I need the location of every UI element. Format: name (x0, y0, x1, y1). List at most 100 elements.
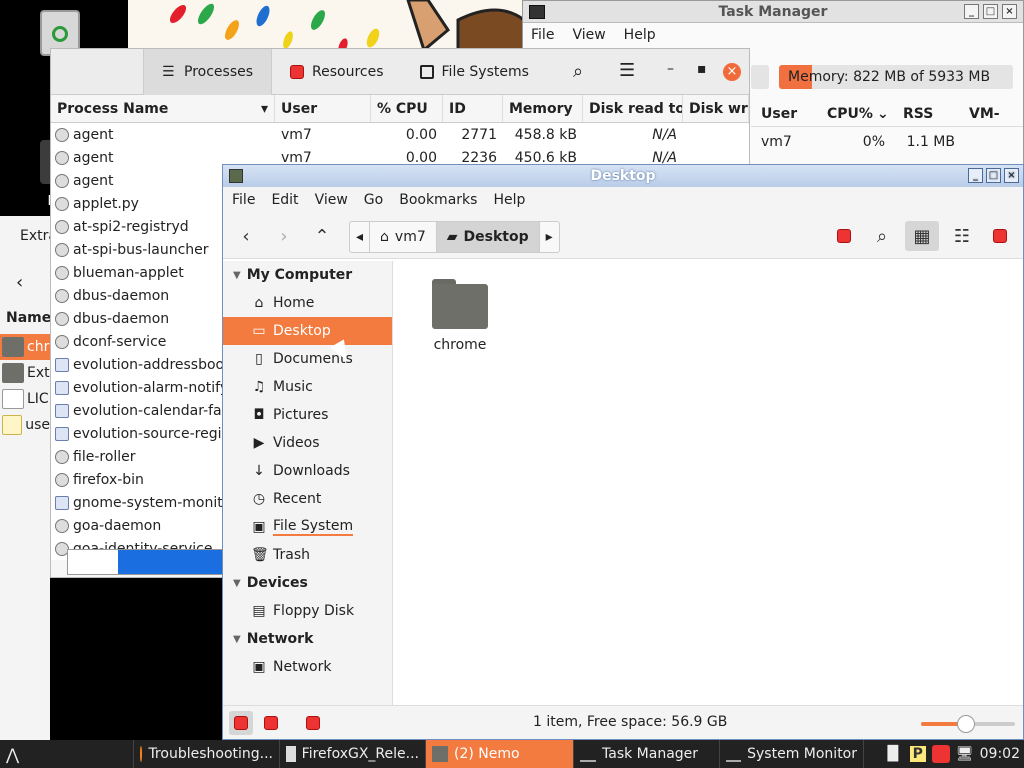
list-item[interactable]: Ext (0, 360, 50, 386)
taskbar-item[interactable]: (2) Nemo (426, 740, 574, 768)
table-row[interactable]: agent vm7 0.00 2771 458.8 kB N/A (51, 123, 749, 146)
sidebar-item-file-system[interactable]: ▣ File System (223, 513, 392, 541)
taskbar-item[interactable]: System Monitor (720, 740, 864, 768)
col-user[interactable]: User (751, 106, 815, 122)
forward-button[interactable]: › (269, 221, 299, 251)
window-title: Task Manager (718, 3, 828, 20)
maximize-button[interactable]: □ (986, 168, 1001, 183)
network-icon[interactable]: 🖥 (956, 746, 974, 762)
list-view-button[interactable]: ☷ (947, 221, 977, 251)
tab-processes[interactable]: ☰ Processes (143, 49, 273, 95)
sidebar-item-pictures[interactable]: ◘ Pictures (223, 401, 392, 429)
process-icon (55, 403, 69, 418)
clock[interactable]: 09:02 (980, 746, 1020, 762)
menu-edit[interactable]: Edit (271, 192, 298, 208)
search-icon[interactable]: ⌕ (573, 61, 583, 82)
menu-view[interactable]: View (315, 192, 348, 208)
sidebar-item-home[interactable]: ⌂ Home (223, 289, 392, 317)
menu-help[interactable]: Help (493, 192, 525, 208)
col-user[interactable]: User (275, 95, 371, 122)
col-cpu[interactable]: % CPU (371, 95, 443, 122)
blocked-icon[interactable] (931, 745, 950, 763)
search-button[interactable]: ⌕ (867, 221, 897, 251)
toggle-location-button[interactable] (829, 221, 859, 251)
sidebar-item-floppy-disk[interactable]: ▤ Floppy Disk (223, 597, 392, 625)
breadcrumb-desktop[interactable]: ▰ Desktop (436, 222, 540, 252)
taskbar-item[interactable]: Task Manager (574, 740, 720, 768)
minimize-button[interactable]: – (667, 61, 674, 77)
speaker-icon[interactable]: ▐▌ (882, 746, 904, 762)
menu-file[interactable]: File (531, 27, 554, 43)
zoom-slider-knob[interactable] (957, 715, 976, 733)
arrow-up-icon: ⌃ (314, 225, 330, 247)
breadcrumb-home[interactable]: ⌂ vm7 (370, 222, 437, 252)
parking-icon[interactable]: P (909, 746, 926, 762)
breadcrumb-left-arrow[interactable]: ◂ (350, 222, 371, 252)
nemo-app-icon (229, 169, 243, 183)
scrollbar-thumb[interactable] (118, 550, 226, 574)
taskbar-item[interactable]: FirefoxGX_Rele... (280, 740, 426, 768)
back-button[interactable]: ‹ (231, 221, 261, 251)
sidebar-item-desktop[interactable]: ▭ Desktop (223, 317, 392, 345)
table-row[interactable]: vm7 0% 1.1 MB (751, 127, 1023, 157)
tab-file-systems[interactable]: File Systems (402, 49, 547, 95)
compact-view-button[interactable] (985, 221, 1015, 251)
col-cpu[interactable]: CPU% ⌄ (815, 106, 891, 122)
col-vm[interactable]: VM- (959, 106, 1019, 122)
minimize-button[interactable]: _ (968, 168, 983, 183)
sidebar-item-documents[interactable]: ▯ Documents (223, 345, 392, 373)
sidebar-section-header[interactable]: ▼ My Computer (223, 261, 392, 289)
menu-go[interactable]: Go (364, 192, 383, 208)
show-tree-button[interactable] (259, 711, 283, 735)
start-menu-button[interactable]: ⋀ (0, 740, 134, 768)
col-disk-read[interactable]: Disk read to (583, 95, 683, 122)
list-item[interactable]: use (0, 412, 50, 438)
close-button[interactable]: × (1002, 4, 1017, 19)
close-button[interactable]: × (723, 63, 741, 81)
close-button[interactable]: × (1004, 168, 1019, 183)
horizontal-scrollbar[interactable] (67, 549, 227, 575)
col-memory[interactable]: Memory (503, 95, 583, 122)
file-view[interactable]: chrome (394, 261, 1023, 707)
sidebar-item-label: Recent (273, 491, 322, 507)
col-disk-write[interactable]: Disk wri (683, 95, 749, 122)
menu-bookmarks[interactable]: Bookmarks (399, 192, 477, 208)
list-item[interactable]: LIC (0, 386, 50, 412)
sidebar-item-videos[interactable]: ▶ Videos (223, 429, 392, 457)
task-manager-titlebar[interactable]: Task Manager _ □ × (523, 1, 1023, 23)
col-process-name[interactable]: Process Name ▾ (51, 95, 275, 122)
icon-view-button[interactable]: ▦ (905, 221, 939, 251)
taskbar-item[interactable]: Troubleshooting... (134, 740, 280, 768)
sidebar-section-header[interactable]: ▼ Network (223, 625, 392, 653)
sidebar-item-network[interactable]: ▣ Network (223, 653, 392, 681)
show-places-button[interactable] (229, 711, 253, 735)
sidebar-item-downloads[interactable]: ↓ Downloads (223, 457, 392, 485)
col-rss[interactable]: RSS (891, 106, 959, 122)
zoom-slider[interactable] (921, 715, 1015, 733)
menu-icon[interactable]: ☰ (619, 60, 635, 81)
menu-help[interactable]: Help (624, 27, 656, 43)
col-id[interactable]: ID (443, 95, 503, 122)
tab-resources[interactable]: Resources (272, 49, 402, 95)
sidebar-section-header[interactable]: ▼ Devices (223, 569, 392, 597)
back-icon[interactable]: ‹ (16, 272, 23, 293)
maximize-button[interactable]: ▪ (697, 61, 707, 77)
sidebar-item-trash[interactable]: 🗑 Trash (223, 541, 392, 569)
menu-view[interactable]: View (572, 27, 605, 43)
breadcrumb-right-arrow[interactable]: ▸ (540, 222, 559, 252)
menu-extra[interactable]: Extra (20, 228, 50, 244)
menu-file[interactable]: File (232, 192, 255, 208)
sidebar-item-music[interactable]: ♫ Music (223, 373, 392, 401)
folder-item-chrome[interactable]: chrome (430, 279, 490, 353)
hide-sidebar-button[interactable] (301, 711, 325, 735)
sidebar: ▼ My Computer ⌂ Home ▭ Desktop ▯ Documents ♫ Musi… (223, 261, 393, 707)
nemo-titlebar[interactable]: Desktop _ □ × (223, 165, 1023, 187)
up-button[interactable]: ⌃ (307, 221, 337, 251)
minimize-button[interactable]: _ (964, 4, 979, 19)
col-name[interactable]: Name (6, 310, 50, 326)
system-monitor-headerbar[interactable]: ☰ Processes Resources File Systems ⌕ ☰ –… (51, 49, 749, 95)
list-item[interactable]: chr (0, 334, 50, 360)
sidebar-item-recent[interactable]: ◷ Recent (223, 485, 392, 513)
sidebar-item-label: Desktop (273, 323, 331, 339)
maximize-button[interactable]: □ (983, 4, 998, 19)
